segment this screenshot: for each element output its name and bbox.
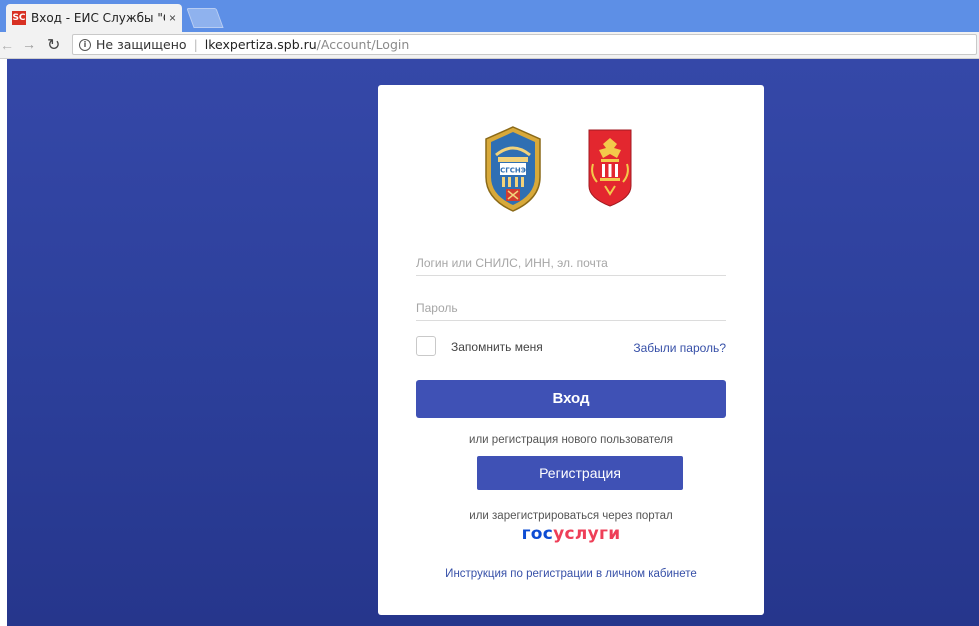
url-path: /Account/Login bbox=[316, 37, 410, 52]
gosuslugi-logo-part2: услуги bbox=[553, 524, 621, 544]
login-card: СГСНЭ Запомнить меня Забыли пароль? Вход bbox=[378, 85, 764, 615]
coat-of-arms-icon bbox=[588, 129, 632, 207]
login-button[interactable]: Вход bbox=[416, 380, 726, 418]
address-bar: ← → ↻ i Не защищено | lkexpertiza.spb.ru… bbox=[0, 32, 979, 59]
gosuslugi-link[interactable]: госуслуги bbox=[378, 524, 764, 544]
sgsn-emblem-icon: СГСНЭ bbox=[485, 126, 541, 212]
url-separator: | bbox=[193, 37, 198, 52]
or-portal-text: или зарегистрироваться через портал bbox=[469, 510, 673, 522]
left-edge-strip bbox=[0, 59, 7, 626]
login-input[interactable] bbox=[416, 251, 726, 276]
tab-close-icon[interactable]: × bbox=[169, 11, 176, 25]
tab-title: Вход - ЕИС Службы "Стр bbox=[31, 11, 165, 25]
remember-me-label[interactable]: Запомнить меня bbox=[451, 340, 543, 354]
emblem-text: СГСНЭ bbox=[500, 167, 526, 175]
reload-icon[interactable]: ↻ bbox=[47, 35, 60, 55]
register-button[interactable]: Регистрация bbox=[477, 456, 683, 490]
site-favicon-icon: SC bbox=[12, 11, 26, 25]
browser-tab[interactable]: SC Вход - ЕИС Службы "Стр × bbox=[6, 4, 182, 32]
password-input[interactable] bbox=[416, 296, 726, 321]
remember-me-checkbox[interactable] bbox=[416, 336, 436, 356]
back-arrow-icon[interactable]: ← bbox=[0, 37, 14, 53]
browser-tab-bar: SC Вход - ЕИС Службы "Стр × bbox=[0, 0, 979, 32]
forward-arrow-icon[interactable]: → bbox=[22, 36, 36, 52]
url-host: lkexpertiza.spb.ru bbox=[204, 37, 317, 52]
security-status[interactable]: Не защищено bbox=[96, 37, 187, 52]
new-tab-button[interactable] bbox=[186, 8, 224, 28]
or-register-text: или регистрация нового пользователя bbox=[469, 434, 673, 446]
page-background: СГСНЭ Запомнить меня Забыли пароль? Вход bbox=[0, 59, 979, 626]
registration-instructions-link[interactable]: Инструкция по регистрации в личном кабин… bbox=[378, 568, 764, 580]
forgot-password-link[interactable]: Забыли пароль? bbox=[633, 341, 726, 355]
info-icon[interactable]: i bbox=[79, 38, 91, 51]
gosuslugi-logo-part1: гос bbox=[521, 524, 554, 544]
url-input[interactable]: i Не защищено | lkexpertiza.spb.ru /Acco… bbox=[72, 34, 977, 55]
